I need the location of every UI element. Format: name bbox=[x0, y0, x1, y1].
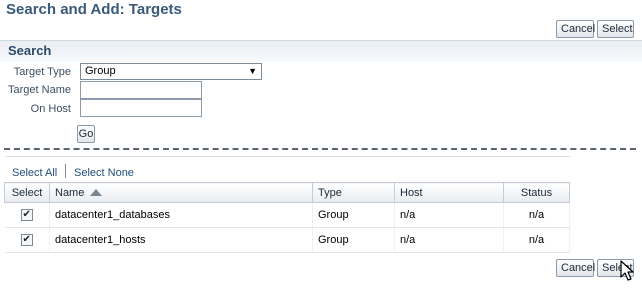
checkbox-checked-icon[interactable]: ✔ bbox=[20, 209, 33, 222]
separator-line bbox=[6, 156, 570, 157]
column-header-type: Type bbox=[312, 182, 395, 203]
cancel-button-bottom[interactable]: Cancel bbox=[556, 259, 595, 277]
row-name: datacenter1_databases bbox=[49, 202, 313, 228]
target-type-label: Target Type bbox=[13, 66, 71, 78]
go-button[interactable]: Go bbox=[77, 125, 95, 143]
column-header-name-label: Name bbox=[55, 186, 85, 199]
table-row: ✔ datacenter1_hosts Group n/a n/a bbox=[4, 227, 570, 253]
target-name-input[interactable] bbox=[80, 81, 202, 99]
sort-ascending-icon[interactable] bbox=[90, 189, 103, 197]
results-table: Select Name Type Host Status ✔ datacente… bbox=[4, 182, 570, 253]
table-header-row: Select Name Type Host Status bbox=[4, 182, 570, 203]
search-section-title: Search bbox=[8, 43, 52, 58]
cancel-button-top[interactable]: Cancel bbox=[556, 20, 595, 38]
checkbox-checked-icon[interactable]: ✔ bbox=[20, 234, 33, 247]
row-select-cell: ✔ bbox=[4, 202, 50, 228]
link-separator bbox=[65, 164, 66, 178]
target-name-label: Target Name bbox=[8, 84, 71, 96]
column-header-select: Select bbox=[4, 182, 50, 203]
target-type-select[interactable]: Group ▼ bbox=[80, 63, 262, 80]
on-host-label: On Host bbox=[30, 103, 71, 115]
column-header-name[interactable]: Name bbox=[49, 182, 313, 203]
row-type: Group bbox=[312, 227, 395, 253]
on-host-input[interactable] bbox=[80, 99, 202, 117]
column-header-host: Host bbox=[394, 182, 504, 203]
column-header-status: Status bbox=[503, 182, 570, 203]
select-button-top[interactable]: Select bbox=[597, 20, 634, 38]
section-divider bbox=[4, 148, 636, 150]
row-status: n/a bbox=[503, 227, 570, 253]
target-type-value: Group bbox=[85, 65, 116, 77]
select-all-link[interactable]: Select All bbox=[12, 167, 57, 179]
row-select-cell: ✔ bbox=[4, 227, 50, 253]
search-header-bar bbox=[0, 40, 642, 62]
row-type: Group bbox=[312, 202, 395, 228]
select-none-link[interactable]: Select None bbox=[74, 167, 134, 179]
mouse-pointer-icon bbox=[620, 260, 634, 281]
table-row: ✔ datacenter1_databases Group n/a n/a bbox=[4, 202, 570, 228]
dropdown-arrow-icon: ▼ bbox=[248, 66, 257, 76]
row-host: n/a bbox=[394, 227, 504, 253]
row-name: datacenter1_hosts bbox=[49, 227, 313, 253]
row-host: n/a bbox=[394, 202, 504, 228]
row-status: n/a bbox=[503, 202, 570, 228]
page-title: Search and Add: Targets bbox=[6, 1, 182, 18]
